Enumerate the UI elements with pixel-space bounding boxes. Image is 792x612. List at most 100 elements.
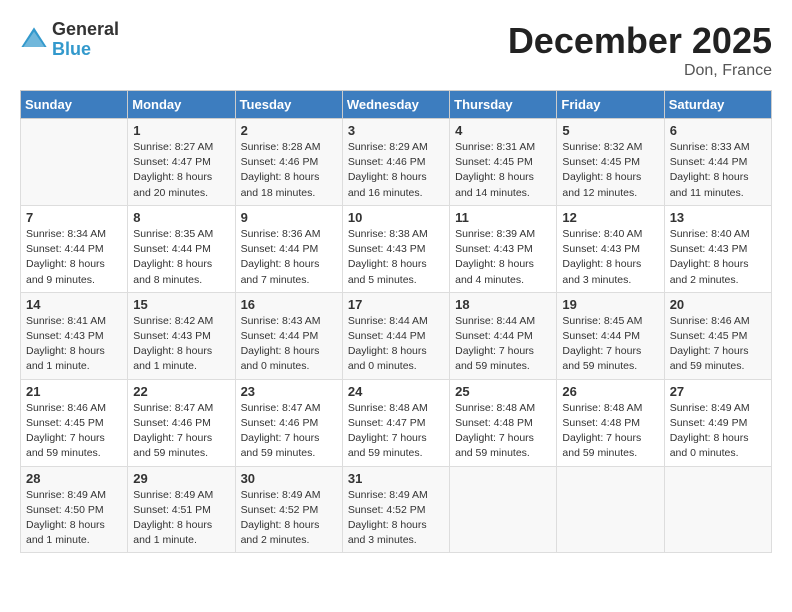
cell-info: Sunrise: 8:48 AM Sunset: 4:48 PM Dayligh… <box>562 401 658 462</box>
calendar-week-row: 7Sunrise: 8:34 AM Sunset: 4:44 PM Daylig… <box>21 205 772 292</box>
cell-info: Sunrise: 8:29 AM Sunset: 4:46 PM Dayligh… <box>348 140 444 201</box>
day-number: 16 <box>241 297 337 312</box>
calendar-cell: 22 Sunrise: 8:47 AM Sunset: 4:46 PM Dayli… <box>128 379 235 466</box>
cell-info: Sunrise: 8:35 AM Sunset: 4:44 PM Dayligh… <box>133 227 229 288</box>
day-number: 17 <box>348 297 444 312</box>
day-number: 13 <box>670 210 766 225</box>
calendar-cell: 3 Sunrise: 8:29 AM Sunset: 4:46 PM Daylig… <box>342 119 449 206</box>
logo-blue: Blue <box>52 40 119 60</box>
day-number: 7 <box>26 210 122 225</box>
calendar-cell: 13 Sunrise: 8:40 AM Sunset: 4:43 PM Dayli… <box>664 205 771 292</box>
calendar-cell: 11 Sunrise: 8:39 AM Sunset: 4:43 PM Dayli… <box>450 205 557 292</box>
calendar-table: SundayMondayTuesdayWednesdayThursdayFrid… <box>20 90 772 553</box>
day-number: 25 <box>455 384 551 399</box>
day-number: 29 <box>133 471 229 486</box>
day-number: 21 <box>26 384 122 399</box>
cell-info: Sunrise: 8:43 AM Sunset: 4:44 PM Dayligh… <box>241 314 337 375</box>
calendar-cell: 20 Sunrise: 8:46 AM Sunset: 4:45 PM Dayli… <box>664 292 771 379</box>
calendar-week-row: 1 Sunrise: 8:27 AM Sunset: 4:47 PM Daylig… <box>21 119 772 206</box>
logo-icon <box>20 26 48 54</box>
cell-info: Sunrise: 8:36 AM Sunset: 4:44 PM Dayligh… <box>241 227 337 288</box>
calendar-cell <box>664 466 771 553</box>
calendar-cell: 27Sunrise: 8:49 AM Sunset: 4:49 PM Dayli… <box>664 379 771 466</box>
cell-info: Sunrise: 8:40 AM Sunset: 4:43 PM Dayligh… <box>562 227 658 288</box>
day-number: 4 <box>455 123 551 138</box>
day-number: 6 <box>670 123 766 138</box>
cell-info: Sunrise: 8:41 AM Sunset: 4:43 PM Dayligh… <box>26 314 122 375</box>
calendar-cell: 21 Sunrise: 8:46 AM Sunset: 4:45 PM Dayli… <box>21 379 128 466</box>
day-number: 1 <box>133 123 229 138</box>
day-number: 9 <box>241 210 337 225</box>
day-number: 23 <box>241 384 337 399</box>
cell-info: Sunrise: 8:32 AM Sunset: 4:45 PM Dayligh… <box>562 140 658 201</box>
day-number: 12 <box>562 210 658 225</box>
cell-info: Sunrise: 8:46 AM Sunset: 4:45 PM Dayligh… <box>26 401 122 462</box>
cell-info: Sunrise: 8:49 AM Sunset: 4:52 PM Dayligh… <box>348 488 444 549</box>
calendar-cell: 9 Sunrise: 8:36 AM Sunset: 4:44 PM Daylig… <box>235 205 342 292</box>
cell-info: Sunrise: 8:47 AM Sunset: 4:46 PM Dayligh… <box>241 401 337 462</box>
day-number: 26 <box>562 384 658 399</box>
month-title: December 2025 <box>508 20 772 62</box>
title-section: December 2025 Don, France <box>508 20 772 80</box>
cell-info: Sunrise: 8:49 AM Sunset: 4:50 PM Dayligh… <box>26 488 122 549</box>
calendar-cell: 15 Sunrise: 8:42 AM Sunset: 4:43 PM Dayli… <box>128 292 235 379</box>
day-number: 5 <box>562 123 658 138</box>
calendar-cell: 29 Sunrise: 8:49 AM Sunset: 4:51 PM Dayli… <box>128 466 235 553</box>
calendar-cell: 25 Sunrise: 8:48 AM Sunset: 4:48 PM Dayli… <box>450 379 557 466</box>
day-number: 28 <box>26 471 122 486</box>
calendar-cell: 8 Sunrise: 8:35 AM Sunset: 4:44 PM Daylig… <box>128 205 235 292</box>
calendar-header-row: SundayMondayTuesdayWednesdayThursdayFrid… <box>21 91 772 119</box>
calendar-cell <box>450 466 557 553</box>
day-number: 14 <box>26 297 122 312</box>
cell-info: Sunrise: 8:44 AM Sunset: 4:44 PM Dayligh… <box>348 314 444 375</box>
cell-info: Sunrise: 8:38 AM Sunset: 4:43 PM Dayligh… <box>348 227 444 288</box>
cell-info: Sunrise: 8:47 AM Sunset: 4:46 PM Dayligh… <box>133 401 229 462</box>
cell-info: Sunrise: 8:45 AM Sunset: 4:44 PM Dayligh… <box>562 314 658 375</box>
day-number: 18 <box>455 297 551 312</box>
day-number: 31 <box>348 471 444 486</box>
day-number: 15 <box>133 297 229 312</box>
cell-info: Sunrise: 8:48 AM Sunset: 4:47 PM Dayligh… <box>348 401 444 462</box>
logo-text: General Blue <box>52 20 119 60</box>
cell-info: Sunrise: 8:33 AM Sunset: 4:44 PM Dayligh… <box>670 140 766 201</box>
page-header: General Blue December 2025 Don, France <box>20 20 772 80</box>
day-number: 3 <box>348 123 444 138</box>
calendar-cell: 16 Sunrise: 8:43 AM Sunset: 4:44 PM Dayli… <box>235 292 342 379</box>
cell-info: Sunrise: 8:28 AM Sunset: 4:46 PM Dayligh… <box>241 140 337 201</box>
column-header-tuesday: Tuesday <box>235 91 342 119</box>
cell-info: Sunrise: 8:49 AM Sunset: 4:49 PM Dayligh… <box>670 401 766 462</box>
calendar-cell: 23 Sunrise: 8:47 AM Sunset: 4:46 PM Dayli… <box>235 379 342 466</box>
calendar-week-row: 21 Sunrise: 8:46 AM Sunset: 4:45 PM Dayli… <box>21 379 772 466</box>
day-number: 10 <box>348 210 444 225</box>
cell-info: Sunrise: 8:46 AM Sunset: 4:45 PM Dayligh… <box>670 314 766 375</box>
calendar-cell: 19 Sunrise: 8:45 AM Sunset: 4:44 PM Dayli… <box>557 292 664 379</box>
calendar-cell: 30Sunrise: 8:49 AM Sunset: 4:52 PM Dayli… <box>235 466 342 553</box>
column-header-wednesday: Wednesday <box>342 91 449 119</box>
day-number: 8 <box>133 210 229 225</box>
cell-info: Sunrise: 8:49 AM Sunset: 4:51 PM Dayligh… <box>133 488 229 549</box>
day-number: 30 <box>241 471 337 486</box>
column-header-monday: Monday <box>128 91 235 119</box>
calendar-cell: 24 Sunrise: 8:48 AM Sunset: 4:47 PM Dayli… <box>342 379 449 466</box>
calendar-cell: 17 Sunrise: 8:44 AM Sunset: 4:44 PM Dayli… <box>342 292 449 379</box>
cell-info: Sunrise: 8:42 AM Sunset: 4:43 PM Dayligh… <box>133 314 229 375</box>
cell-info: Sunrise: 8:31 AM Sunset: 4:45 PM Dayligh… <box>455 140 551 201</box>
calendar-cell <box>557 466 664 553</box>
day-number: 22 <box>133 384 229 399</box>
calendar-week-row: 14 Sunrise: 8:41 AM Sunset: 4:43 PM Dayli… <box>21 292 772 379</box>
day-number: 19 <box>562 297 658 312</box>
day-number: 20 <box>670 297 766 312</box>
calendar-cell: 1 Sunrise: 8:27 AM Sunset: 4:47 PM Daylig… <box>128 119 235 206</box>
calendar-cell: 31 Sunrise: 8:49 AM Sunset: 4:52 PM Dayli… <box>342 466 449 553</box>
calendar-cell: 2 Sunrise: 8:28 AM Sunset: 4:46 PM Daylig… <box>235 119 342 206</box>
day-number: 11 <box>455 210 551 225</box>
cell-info: Sunrise: 8:39 AM Sunset: 4:43 PM Dayligh… <box>455 227 551 288</box>
day-number: 2 <box>241 123 337 138</box>
column-header-thursday: Thursday <box>450 91 557 119</box>
calendar-cell: 5 Sunrise: 8:32 AM Sunset: 4:45 PM Daylig… <box>557 119 664 206</box>
logo: General Blue <box>20 20 119 60</box>
cell-info: Sunrise: 8:27 AM Sunset: 4:47 PM Dayligh… <box>133 140 229 201</box>
cell-info: Sunrise: 8:48 AM Sunset: 4:48 PM Dayligh… <box>455 401 551 462</box>
cell-info: Sunrise: 8:40 AM Sunset: 4:43 PM Dayligh… <box>670 227 766 288</box>
day-number: 24 <box>348 384 444 399</box>
